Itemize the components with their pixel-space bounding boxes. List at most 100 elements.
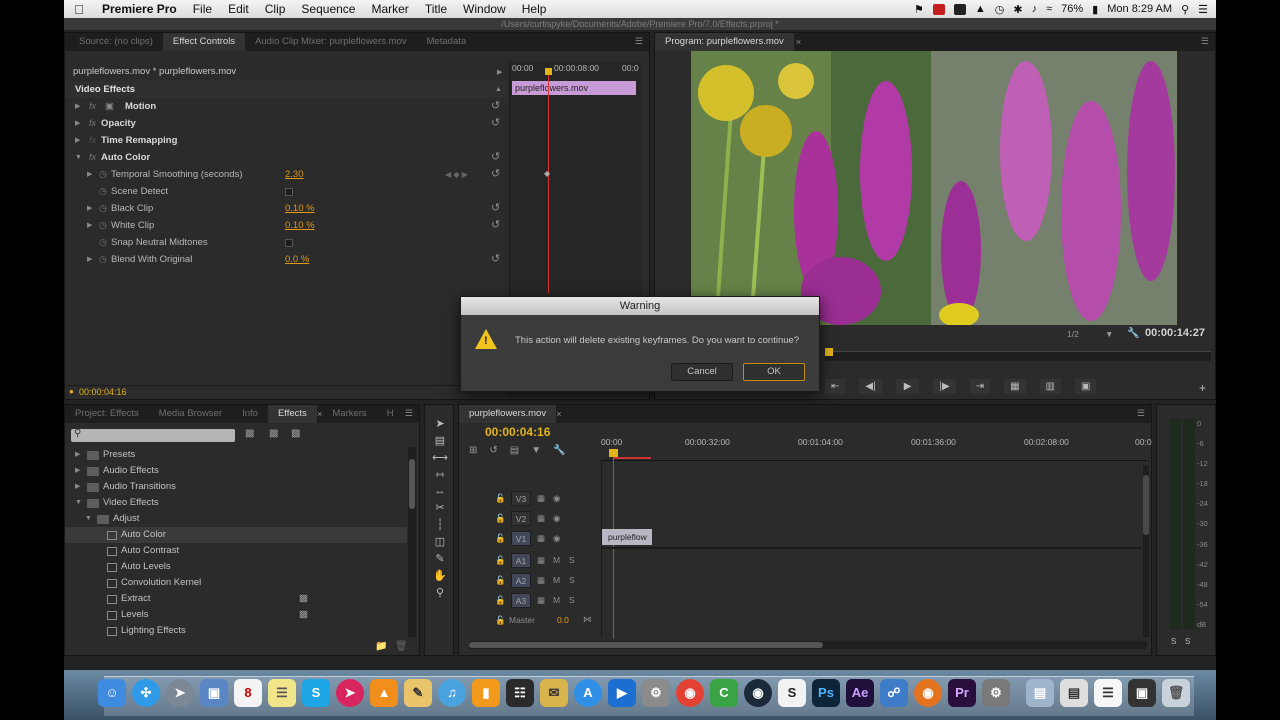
menu-clip[interactable]: Clip — [257, 2, 294, 16]
keyframe-icon[interactable]: ◆ — [544, 169, 550, 178]
timeline-vscroll[interactable] — [1143, 465, 1149, 637]
slide-tool-icon[interactable]: ◫ — [431, 535, 449, 548]
after-effects-icon[interactable]: Ae — [846, 679, 874, 707]
lift-icon[interactable]: ▦ — [1004, 378, 1026, 394]
tree-item-auto-color[interactable]: Auto Color — [65, 527, 407, 543]
param-value[interactable]: 0.10 % — [285, 200, 315, 217]
scrollbar-thumb[interactable] — [469, 642, 823, 648]
lock-icon[interactable]: 🔓 — [495, 493, 506, 504]
scrollbar-thumb[interactable] — [409, 459, 415, 509]
menu-title[interactable]: Title — [417, 2, 455, 16]
master-volume[interactable]: 0.0 — [557, 615, 569, 625]
program-scrubber[interactable] — [825, 351, 1211, 361]
rate-stretch-tool-icon[interactable]: ↔ — [431, 485, 449, 497]
tab-program[interactable]: Program: purpleflowers.mov — [655, 33, 794, 51]
32bit-effects-icon[interactable]: ▩ — [269, 428, 278, 439]
rss-icon[interactable]: ☷ — [506, 679, 534, 707]
extract-icon[interactable]: ▥ — [1039, 378, 1061, 394]
lock-icon[interactable]: 🔓 — [495, 555, 506, 566]
stopwatch-icon[interactable]: ◷ — [99, 251, 107, 268]
current-time-display[interactable]: 00:00:04:16 — [79, 387, 127, 397]
tree-item-video-effects[interactable]: ▼ Video Effects — [65, 495, 407, 511]
tree-item-extract[interactable]: Extract ▩ — [65, 591, 407, 607]
go-to-in-icon[interactable]: ⇤ — [825, 378, 846, 394]
play-icon[interactable]: ▶ — [895, 378, 920, 394]
param-snap-neutral-midtones[interactable]: ◷ Snap Neutral Midtones — [65, 234, 508, 251]
mute-toggle[interactable]: M — [553, 555, 560, 565]
tab-metadata[interactable]: Metadata — [417, 33, 477, 51]
notes-icon[interactable]: ☰ — [268, 679, 296, 707]
system-preferences-icon[interactable]: ⚙ — [642, 679, 670, 707]
tree-item-presets[interactable]: ▶ Presets — [65, 447, 407, 463]
param-temporal-smoothing[interactable]: ▶ ◷ Temporal Smoothing (seconds) 2.30 ◀ … — [65, 166, 508, 183]
snap-midtones-checkbox[interactable] — [285, 239, 293, 247]
expand-arrow-icon[interactable]: ▶ — [75, 479, 80, 495]
firefox-icon[interactable]: ◉ — [914, 679, 942, 707]
scene-detect-checkbox[interactable] — [285, 188, 293, 196]
app-menu[interactable]: Premiere Pro — [94, 2, 185, 16]
track-label[interactable]: V2 — [511, 511, 531, 526]
trash-icon[interactable]: 🗑 — [1162, 679, 1190, 707]
menu-sequence[interactable]: Sequence — [293, 2, 363, 16]
lock-icon[interactable]: 🔓 — [495, 595, 506, 606]
finder-icon[interactable]: ☺ — [98, 679, 126, 707]
menu-edit[interactable]: Edit — [220, 2, 257, 16]
rolling-edit-tool-icon[interactable]: ⇿ — [431, 468, 449, 481]
effect-row-motion[interactable]: ▶ fx ▣ Motion ↺ — [65, 98, 508, 115]
ibooks-icon[interactable]: ▮ — [472, 679, 500, 707]
stopwatch-icon[interactable]: ◷ — [99, 217, 107, 234]
reset-icon[interactable]: ↺ — [491, 166, 500, 183]
tab-project[interactable]: Project: Effects — [65, 405, 149, 423]
tree-item-auto-contrast[interactable]: Auto Contrast — [65, 543, 407, 559]
add-button-icon[interactable]: + — [1199, 381, 1206, 395]
bluetooth-icon[interactable]: ✱ — [1013, 3, 1022, 16]
track-label[interactable]: A3 — [511, 593, 531, 608]
export-frame-icon[interactable]: ▣ — [1074, 378, 1097, 394]
param-white-clip[interactable]: ▶ ◷ White Clip 0.10 % ↺ — [65, 217, 508, 234]
tab-history[interactable]: H — [377, 405, 404, 423]
tree-item-adjust[interactable]: ▼ Adjust — [65, 511, 407, 527]
lock-icon[interactable]: 🔓 — [495, 575, 506, 586]
timeline-timecode[interactable]: 00:00:04:16 — [485, 425, 550, 439]
tree-item-audio-effects[interactable]: ▶ Audio Effects — [65, 463, 407, 479]
mission-control-icon[interactable]: ◉ — [744, 679, 772, 707]
work-area-bar[interactable] — [613, 457, 651, 459]
expand-arrow-icon[interactable]: ▶ — [497, 68, 502, 76]
lock-icon[interactable]: 🔓 — [495, 513, 506, 524]
close-icon[interactable]: × — [556, 409, 562, 420]
param-black-clip[interactable]: ▶ ◷ Black Clip 0.10 % ↺ — [65, 200, 508, 217]
param-scene-detect[interactable]: ◷ Scene Detect — [65, 183, 508, 200]
reset-icon[interactable]: ↺ — [491, 115, 500, 132]
close-icon[interactable]: × — [796, 37, 802, 48]
reset-icon[interactable]: ↺ — [491, 149, 500, 166]
status-icon[interactable] — [953, 3, 966, 15]
tab-source[interactable]: Source: (no clips) — [65, 33, 163, 51]
effects-search-input[interactable]: ⚲ — [71, 428, 235, 442]
stopwatch-icon[interactable]: ◷ — [99, 234, 107, 251]
bell-icon[interactable]: ▲ — [975, 3, 986, 15]
menu-help[interactable]: Help — [514, 2, 555, 16]
clock[interactable]: Mon 8:29 AM — [1107, 3, 1172, 15]
tree-item-auto-levels[interactable]: Auto Levels — [65, 559, 407, 575]
tab-media-browser[interactable]: Media Browser — [149, 405, 232, 423]
timeline-hscroll[interactable] — [469, 641, 1147, 649]
notification-center-icon[interactable]: ☰ — [1198, 3, 1208, 16]
mini-playhead[interactable] — [548, 71, 549, 293]
ripple-edit-tool-icon[interactable]: ⟷ — [431, 451, 449, 464]
effects-scrollbar[interactable] — [408, 447, 416, 637]
reset-icon[interactable]: ↺ — [491, 98, 500, 115]
panel-menu-icon[interactable]: ☰ — [1201, 36, 1209, 47]
tab-sequence[interactable]: purpleflowers.mov — [459, 405, 557, 423]
panel-menu-icon[interactable]: ☰ — [635, 36, 643, 47]
solo-toggle[interactable]: S — [569, 555, 575, 565]
apple-menu-icon[interactable]:  — [64, 2, 94, 17]
fx-icon[interactable]: fx — [89, 98, 96, 115]
collapse-arrow-icon[interactable]: ▲ — [495, 81, 502, 98]
tab-effects[interactable]: Effects — [267, 405, 317, 423]
menu-window[interactable]: Window — [455, 2, 514, 16]
tree-item-lighting-effects[interactable]: Lighting Effects — [65, 623, 407, 639]
expand-arrow-icon[interactable]: ▶ — [75, 115, 80, 132]
safari-icon[interactable]: ✣ — [132, 679, 160, 707]
solo-left-button[interactable]: S — [1171, 637, 1176, 646]
reset-icon[interactable]: ↺ — [491, 251, 500, 268]
